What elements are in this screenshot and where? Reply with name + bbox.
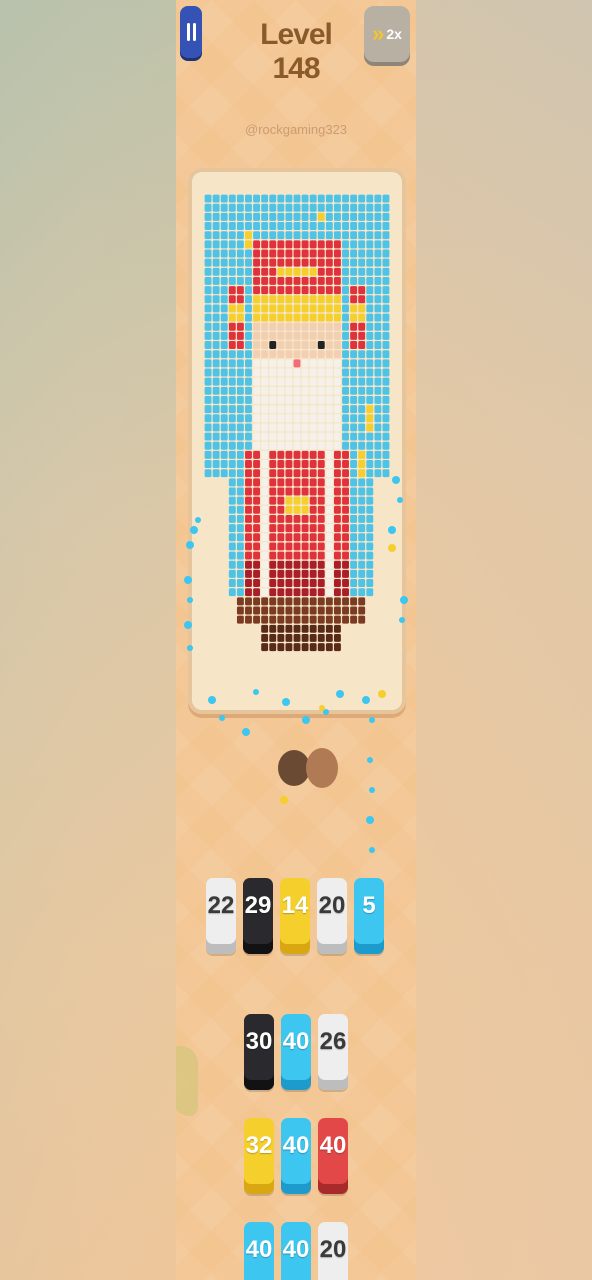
stock-tube[interactable]: 40 xyxy=(244,1222,274,1280)
stock-tube[interactable]: 30 xyxy=(244,1014,274,1090)
chip-count: 14 xyxy=(281,892,309,919)
queue-tube[interactable]: 20 xyxy=(317,878,347,954)
blurred-background-left xyxy=(0,0,176,1280)
stock-tube[interactable]: 20 xyxy=(318,1222,348,1280)
level-title: Level 148 xyxy=(260,18,333,85)
stock-tube[interactable]: 40 xyxy=(281,1014,311,1090)
queue-tube[interactable]: 29 xyxy=(243,878,273,954)
pause-button[interactable] xyxy=(180,6,202,58)
game-screen: Level 148 » 2x @rockgaming323 22 29 14 20 5 3 xyxy=(176,0,416,1280)
stock-tube[interactable]: 40 xyxy=(281,1222,311,1280)
chip-count: 40 xyxy=(245,1236,273,1263)
mound xyxy=(278,750,310,786)
chip-count: 20 xyxy=(318,892,346,919)
stock-tube[interactable]: 32 xyxy=(244,1118,274,1194)
stock-tube[interactable]: 40 xyxy=(281,1118,311,1194)
pause-icon xyxy=(186,23,196,41)
stock-tube[interactable]: 26 xyxy=(318,1014,348,1090)
chip-count: 20 xyxy=(319,1236,347,1263)
speed-label: 2x xyxy=(386,26,402,42)
chip-count: 40 xyxy=(282,1028,310,1055)
speed-up-button[interactable]: » 2x xyxy=(364,6,410,62)
chip-count: 40 xyxy=(282,1236,310,1263)
username-watermark: @rockgaming323 xyxy=(244,122,348,137)
blurred-background-right xyxy=(416,0,592,1280)
chip-count: 5 xyxy=(362,892,376,919)
chip-count: 32 xyxy=(245,1132,273,1159)
queue-tube[interactable]: 14 xyxy=(280,878,310,954)
chip-count: 26 xyxy=(319,1028,347,1055)
chip-count: 40 xyxy=(319,1132,347,1159)
chip-count: 22 xyxy=(207,892,235,919)
top-bar: Level 148 » 2x xyxy=(176,0,416,85)
stock-tube[interactable]: 40 xyxy=(318,1118,348,1194)
chip-count: 30 xyxy=(245,1028,273,1055)
queue-tube[interactable]: 22 xyxy=(206,878,236,954)
pixel-art-picture xyxy=(204,194,390,652)
chip-count: 29 xyxy=(244,892,272,919)
chip-count: 40 xyxy=(282,1132,310,1159)
fast-forward-icon: » xyxy=(372,21,385,46)
queue-tube[interactable]: 5 xyxy=(354,878,384,954)
leaf-decoration xyxy=(176,1046,198,1116)
